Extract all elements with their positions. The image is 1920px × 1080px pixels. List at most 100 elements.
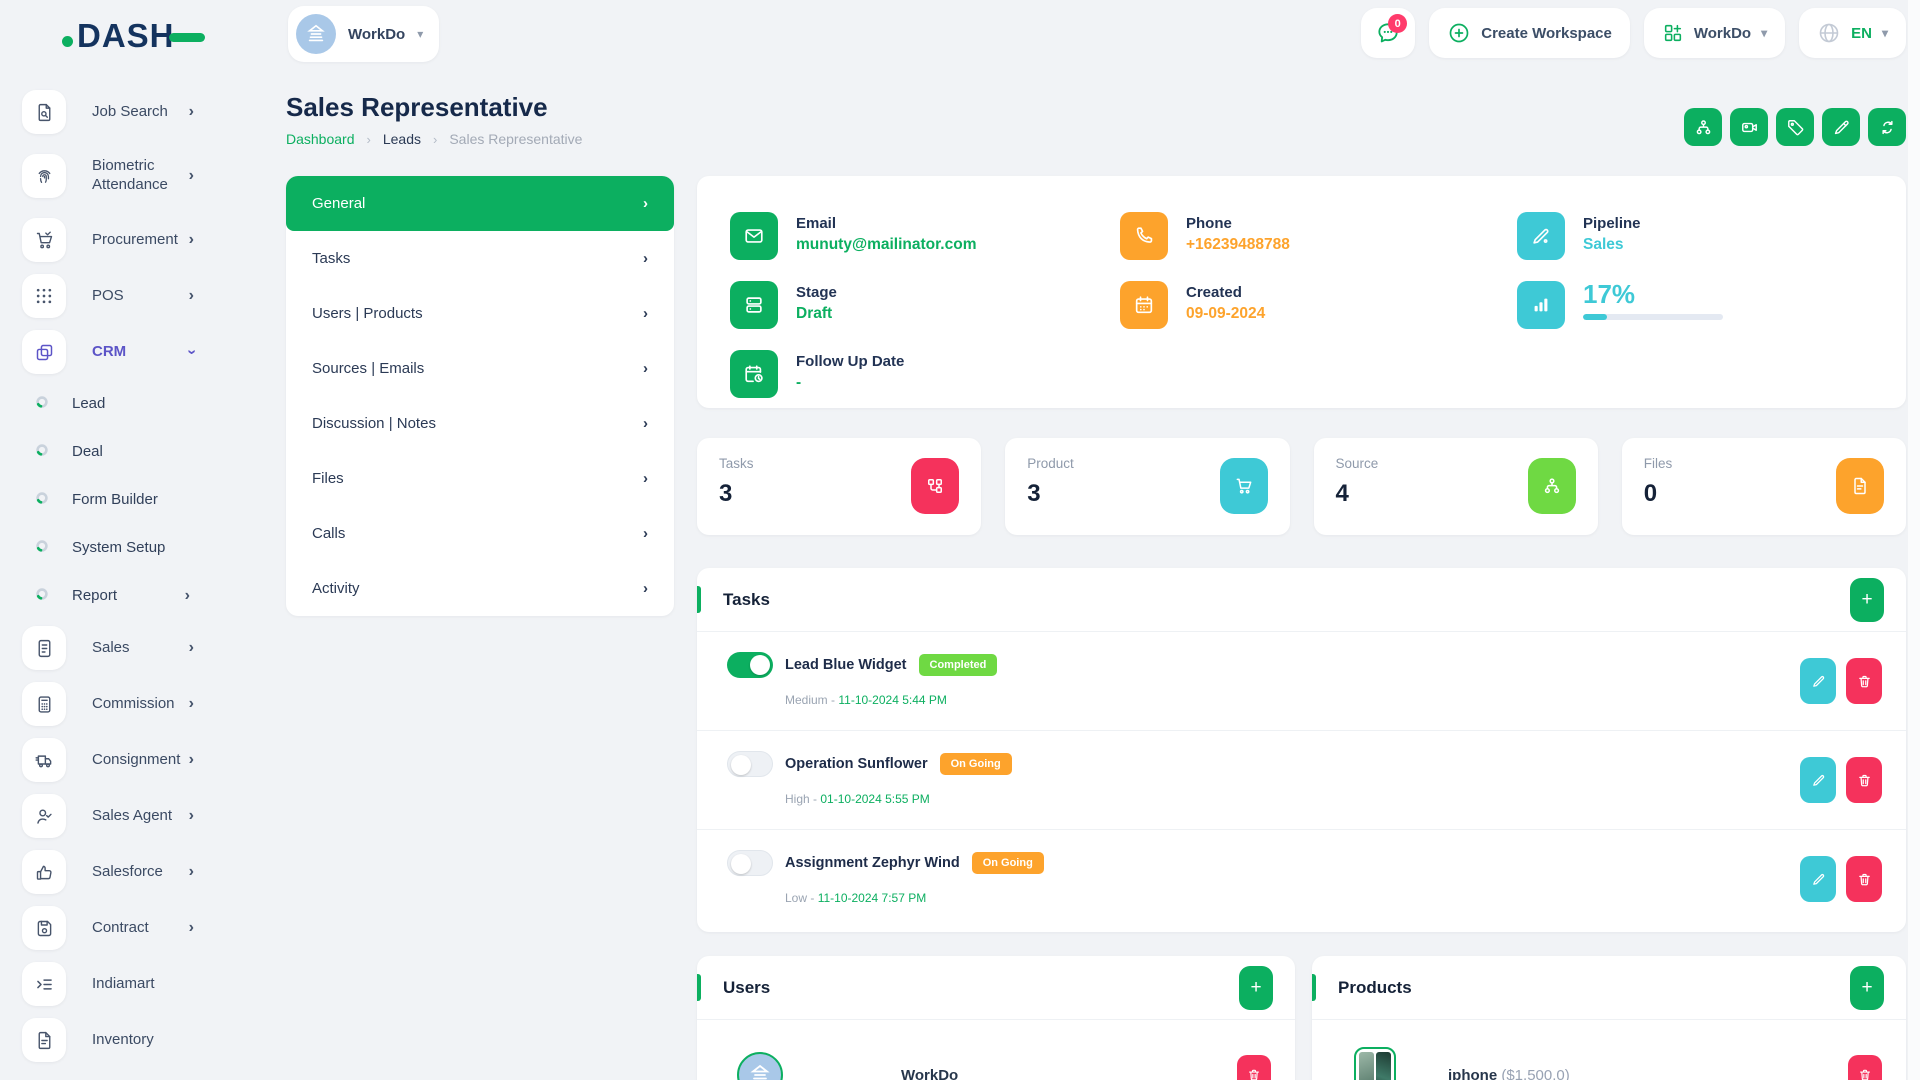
product-name: iphone ($1,500.0) [1448, 1067, 1570, 1080]
sidebar-item-sales-agent[interactable]: Sales Agent › [0, 788, 256, 844]
chevron-right-icon: › [189, 807, 194, 825]
created-value: 09-09-2024 [1186, 305, 1265, 323]
scrollbar-track[interactable] [1908, 0, 1920, 1080]
sidebar-subitem-report[interactable]: Report › [0, 572, 256, 620]
bullet-icon [34, 490, 50, 511]
tab-discussion-notes[interactable]: Discussion | Notes› [286, 396, 674, 451]
chevron-right-icon: › [643, 195, 648, 212]
edit-lead-button[interactable] [1822, 108, 1860, 146]
edit-task-button[interactable] [1800, 757, 1836, 803]
sidebar-item-inventory[interactable]: Inventory [0, 1012, 256, 1068]
save-icon [22, 906, 66, 950]
create-workspace-label: Create Workspace [1481, 25, 1612, 42]
stat-product: Product 3 [1005, 438, 1289, 535]
sidebar-item-biometric-attendance[interactable]: Biometric Attendance › [0, 140, 256, 212]
sidebar-subitem-system-setup[interactable]: System Setup [0, 524, 256, 572]
chevron-right-icon: › [643, 360, 648, 377]
convert-to-deal-button[interactable] [1684, 108, 1722, 146]
chevron-right-icon: › [189, 639, 194, 657]
file-lines-icon [22, 1018, 66, 1062]
tab-activity[interactable]: Activity› [286, 561, 674, 616]
language-selector[interactable]: EN ▾ [1799, 8, 1906, 58]
page-title: Sales Representative [286, 92, 548, 123]
sidebar-item-job-search[interactable]: Job Search › [0, 84, 256, 140]
edit-task-button[interactable] [1800, 856, 1836, 902]
file-icon [1836, 458, 1884, 514]
chevron-right-icon: › [189, 695, 194, 713]
pen-icon [1517, 212, 1565, 260]
thumbs-up-icon [22, 850, 66, 894]
edit-task-button[interactable] [1800, 658, 1836, 704]
delete-user-button[interactable] [1237, 1055, 1271, 1080]
info-created: Created 09-09-2024 [1120, 281, 1265, 329]
bar-chart-icon [1517, 281, 1565, 329]
delete-task-button[interactable] [1846, 757, 1882, 803]
sidebar-item-commission[interactable]: Commission › [0, 676, 256, 732]
sidebar-subitem-deal[interactable]: Deal [0, 428, 256, 476]
create-workspace-button[interactable]: Create Workspace [1429, 8, 1630, 58]
tab-sources-emails[interactable]: Sources | Emails› [286, 341, 674, 396]
sidebar-item-sales[interactable]: Sales › [0, 620, 256, 676]
sitemap-icon [1528, 458, 1576, 514]
tab-general[interactable]: General› [286, 176, 674, 231]
tab-files[interactable]: Files› [286, 451, 674, 506]
sidebar-item-contract[interactable]: Contract › [0, 900, 256, 956]
sidebar-item-pos[interactable]: POS › [0, 268, 256, 324]
language-label: EN [1851, 25, 1872, 42]
task-row: Assignment Zephyr Wind On Going Low - 11… [697, 830, 1906, 929]
sidebar-item-salesforce[interactable]: Salesforce › [0, 844, 256, 900]
sidebar-item-consignment[interactable]: Consignment › [0, 732, 256, 788]
workspace-dropdown[interactable]: WorkDo ▾ [288, 6, 439, 62]
products-section: Products + iphone ($1,500.0) [1312, 956, 1906, 1080]
breadcrumb-leads[interactable]: Leads [383, 131, 421, 147]
task-toggle[interactable] [727, 751, 773, 777]
sidebar-subitem-lead[interactable]: Lead [0, 380, 256, 428]
document-search-icon [22, 90, 66, 134]
tasks-section-title: Tasks [723, 590, 770, 610]
sidebar-item-indiamart[interactable]: Indiamart [0, 956, 256, 1012]
truck-icon [22, 738, 66, 782]
sidebar-item-crm[interactable]: CRM › [0, 324, 256, 380]
delete-task-button[interactable] [1846, 658, 1882, 704]
delete-product-button[interactable] [1848, 1055, 1882, 1080]
tab-calls[interactable]: Calls› [286, 506, 674, 561]
sidebar-subitem-form-builder[interactable]: Form Builder [0, 476, 256, 524]
stat-files: Files 0 [1622, 438, 1906, 535]
add-task-button[interactable]: + [1850, 578, 1884, 622]
add-product-button[interactable]: + [1850, 966, 1884, 1010]
breadcrumb: Dashboard › Leads › Sales Representative [286, 131, 582, 147]
workspace-name: WorkDo [348, 26, 405, 43]
breadcrumb-dashboard[interactable]: Dashboard [286, 131, 355, 147]
messenger-badge: 0 [1388, 14, 1407, 33]
app-logo[interactable]: DASH [62, 16, 205, 56]
add-user-button[interactable]: + [1239, 966, 1273, 1010]
refresh-convert-button[interactable] [1868, 108, 1906, 146]
tab-users-products[interactable]: Users | Products› [286, 286, 674, 341]
meeting-button[interactable] [1730, 108, 1768, 146]
workspace-avatar [296, 14, 336, 54]
sidebar-item-procurement[interactable]: Procurement › [0, 212, 256, 268]
task-row: Operation Sunflower On Going High - 01-1… [697, 731, 1906, 830]
tab-tasks[interactable]: Tasks› [286, 231, 674, 286]
labels-button[interactable] [1776, 108, 1814, 146]
info-pipeline: Pipeline Sales [1517, 212, 1641, 260]
bullet-icon [34, 442, 50, 463]
chevron-down-icon: ▾ [1761, 26, 1767, 40]
chevron-right-icon: › [643, 580, 648, 597]
status-badge: On Going [972, 852, 1044, 874]
tasks-section: Tasks + Lead Blue Widget Completed Mediu… [697, 568, 1906, 932]
chevron-down-icon: ▾ [1882, 26, 1888, 40]
workspace-switcher[interactable]: WorkDo ▾ [1644, 8, 1785, 58]
messenger-button[interactable]: 0 [1361, 8, 1415, 58]
product-row: iphone ($1,500.0) [1312, 1020, 1906, 1080]
users-section-title: Users [723, 978, 770, 998]
task-toggle[interactable] [727, 652, 773, 678]
task-toggle[interactable] [727, 850, 773, 876]
info-stage: Stage Draft [730, 281, 837, 329]
calendar-clock-icon [730, 350, 778, 398]
progress-percent: 17% [1583, 281, 1723, 307]
logo-dash [169, 33, 205, 42]
delete-task-button[interactable] [1846, 856, 1882, 902]
cart-icon [22, 218, 66, 262]
status-badge: Completed [919, 654, 998, 676]
